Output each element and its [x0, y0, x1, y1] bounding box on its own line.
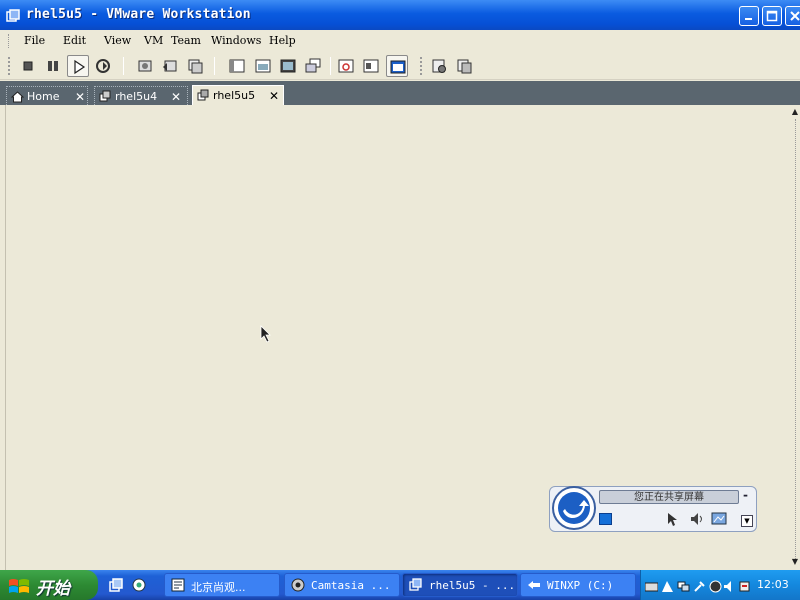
vmware-icon — [409, 578, 423, 595]
toolbar-separator — [123, 57, 124, 75]
menu-edit[interactable]: Edit — [63, 34, 86, 47]
menu-help[interactable]: Help — [269, 34, 296, 47]
task-label: 北京尚观... — [191, 581, 246, 594]
sound-icon[interactable] — [689, 511, 705, 527]
tab-rhel5u4[interactable]: rhel5u4 ✕ — [94, 86, 188, 105]
vertical-scrollbar[interactable]: ▲ ▼ — [790, 105, 800, 570]
widget-menu-dropdown-icon[interactable]: ▼ — [741, 515, 753, 527]
input-method-icon[interactable] — [661, 578, 674, 592]
tool-icon[interactable] — [693, 578, 706, 592]
tab-home[interactable]: Home ✕ — [6, 86, 88, 105]
vm-icon — [197, 89, 210, 105]
quick-switch-button[interactable] — [252, 55, 274, 77]
maximize-button[interactable] — [762, 6, 782, 26]
title-bar[interactable]: rhel5u5 - VMware Workstation — [0, 0, 800, 30]
menu-team[interactable]: Team — [171, 34, 201, 47]
task-label: Camtasia ... — [311, 579, 391, 592]
network-icon[interactable] — [677, 578, 690, 592]
clock: 12:03 — [757, 578, 789, 591]
menu-windows[interactable]: Windows — [211, 34, 261, 47]
scroll-down-icon[interactable]: ▼ — [790, 557, 800, 567]
summary-view-button[interactable] — [335, 55, 357, 77]
ie-icon — [171, 578, 185, 595]
pointer-tool-icon[interactable] — [665, 511, 681, 527]
menu-file[interactable]: File — [24, 34, 45, 47]
snapshot-manager-button[interactable] — [184, 55, 206, 77]
share-logo-icon[interactable] — [551, 484, 597, 532]
camtasia-icon — [291, 578, 305, 595]
taskbar-item-camtasia[interactable]: Camtasia ... — [284, 573, 400, 597]
task-label: WINXP (C:) — [547, 579, 614, 592]
security-icon[interactable] — [709, 578, 722, 593]
taskbar-item-browser[interactable]: 北京尚观... — [164, 573, 280, 597]
desktop: rhel5u5 - VMware Workstation File Edit V… — [0, 0, 800, 600]
menu-bar: File Edit View VM Team Windows Help — [0, 30, 800, 52]
toolbar — [0, 52, 800, 80]
suspend-button[interactable] — [42, 55, 64, 77]
vm-console-area[interactable]: ▲ ▼ 您正在共享屏幕 - ▼ — [0, 105, 800, 570]
quicklaunch-desktop-icon[interactable] — [131, 577, 147, 593]
vmware-app-icon[interactable] — [6, 8, 20, 22]
windows-flag-icon — [8, 577, 30, 599]
reset-button[interactable] — [92, 55, 114, 77]
screen-view-icon[interactable] — [711, 511, 727, 527]
close-button[interactable] — [785, 6, 800, 26]
tab-strip: Home ✕ rhel5u4 ✕ rhel5u5 ✕ — [0, 81, 800, 106]
power-off-button[interactable] — [17, 55, 39, 77]
appliance-view-button[interactable] — [360, 55, 382, 77]
mouse-cursor-icon — [260, 325, 272, 347]
share-status-text: 您正在共享屏幕 — [599, 490, 739, 504]
revert-snapshot-button[interactable] — [159, 55, 181, 77]
toolbar-separator — [330, 57, 331, 75]
taskbar-item-explorer[interactable]: WINXP (C:) — [520, 573, 636, 597]
close-tab-icon[interactable]: ✕ — [171, 90, 181, 104]
sidebar-button[interactable] — [226, 55, 248, 77]
scroll-up-icon[interactable]: ▲ — [790, 107, 800, 117]
toolbar-separator — [214, 57, 215, 75]
take-snapshot-button[interactable] — [134, 55, 156, 77]
toolbar-grip[interactable] — [8, 57, 11, 75]
tab-label: Home — [27, 90, 60, 103]
minimize-button[interactable] — [739, 6, 759, 26]
start-label: 开始 — [36, 579, 70, 599]
keyboard-icon[interactable] — [644, 578, 659, 592]
screen-share-widget[interactable]: 您正在共享屏幕 - ▼ — [549, 484, 759, 534]
taskbar: 开始 北京尚观... Camtasia ... rhel5u5 - ... WI… — [0, 570, 800, 600]
clone-vm-button[interactable] — [453, 55, 475, 77]
window-title: rhel5u5 - VMware Workstation — [26, 7, 251, 22]
quicklaunch-vmware-icon[interactable] — [108, 577, 124, 593]
tab-label: rhel5u5 — [213, 89, 256, 102]
tab-label: rhel5u4 — [115, 90, 158, 103]
menu-view[interactable]: View — [104, 34, 131, 47]
scroll-track[interactable] — [790, 119, 796, 559]
vm-settings-button[interactable] — [428, 55, 450, 77]
taskbar-item-vmware[interactable]: rhel5u5 - ... — [402, 573, 518, 597]
stop-share-icon[interactable] — [599, 513, 612, 525]
system-tray: 12:03 — [640, 570, 800, 600]
task-label: rhel5u5 - ... — [429, 579, 516, 592]
volume-icon[interactable] — [723, 578, 736, 592]
close-tab-icon[interactable]: ✕ — [75, 90, 85, 104]
unity-button[interactable] — [302, 55, 324, 77]
tab-rhel5u5[interactable]: rhel5u5 ✕ — [192, 85, 284, 106]
toolbar-grip[interactable] — [420, 57, 423, 75]
fullscreen-button[interactable] — [277, 55, 299, 77]
close-tab-icon[interactable]: ✕ — [269, 89, 279, 103]
menu-grip[interactable] — [8, 34, 11, 48]
divider — [5, 105, 6, 570]
start-button[interactable]: 开始 — [0, 570, 98, 600]
safely-remove-icon[interactable] — [738, 578, 751, 592]
console-view-button[interactable] — [386, 55, 408, 77]
power-on-button[interactable] — [67, 55, 89, 77]
menu-vm[interactable]: VM — [144, 34, 163, 47]
vm-icon — [99, 90, 112, 106]
home-icon — [10, 90, 25, 106]
widget-minimize-button[interactable]: - — [743, 488, 748, 502]
drive-icon — [527, 578, 541, 595]
